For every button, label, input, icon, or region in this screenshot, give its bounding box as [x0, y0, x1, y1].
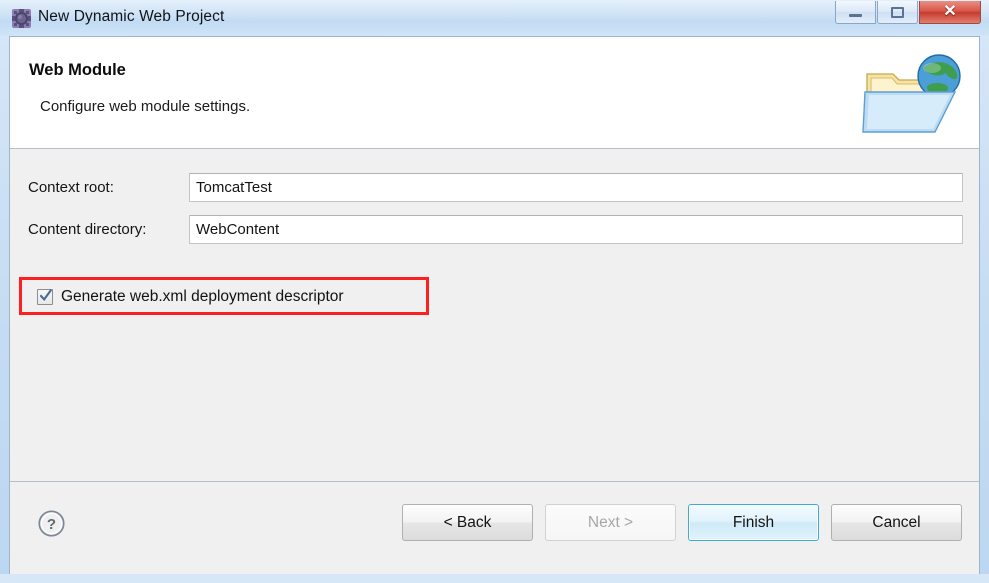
- eclipse-wizard-icon: [12, 9, 31, 28]
- wizard-header: Web Module Configure web module settings…: [10, 37, 979, 149]
- back-button[interactable]: < Back: [402, 504, 533, 541]
- content-directory-label: Content directory:: [28, 221, 147, 238]
- minimize-icon: [849, 14, 862, 17]
- generate-webxml-checkbox-row[interactable]: Generate web.xml deployment descriptor: [37, 286, 344, 308]
- field-row-content-directory: Content directory:: [10, 215, 979, 245]
- page-description: Configure web module settings.: [40, 98, 251, 115]
- web-folder-globe-icon: [861, 48, 971, 134]
- maximize-button[interactable]: [877, 1, 918, 24]
- context-root-label: Context root:: [28, 179, 114, 196]
- help-button[interactable]: ?: [37, 509, 66, 538]
- content-directory-input[interactable]: [189, 215, 963, 244]
- finish-button[interactable]: Finish: [688, 504, 819, 541]
- window-controls: ✕: [835, 1, 981, 25]
- minimize-button[interactable]: [835, 1, 876, 24]
- generate-webxml-checkbox[interactable]: [37, 289, 53, 305]
- window-title: New Dynamic Web Project: [38, 8, 225, 25]
- window-titlebar[interactable]: New Dynamic Web Project ✕: [0, 0, 989, 36]
- context-root-input[interactable]: [189, 173, 963, 202]
- generate-webxml-label: Generate web.xml deployment descriptor: [61, 288, 344, 305]
- checkmark-icon: [39, 289, 53, 303]
- screen: New Dynamic Web Project ✕ Web Module Con…: [0, 0, 989, 583]
- dialog-client-area: Web Module Configure web module settings…: [9, 36, 980, 574]
- close-button[interactable]: ✕: [919, 1, 981, 24]
- wizard-footer: ? < Back Next > Finish Cancel: [10, 482, 979, 574]
- close-icon: ✕: [943, 3, 957, 20]
- cancel-button[interactable]: Cancel: [831, 504, 962, 541]
- maximize-icon: [891, 6, 904, 18]
- next-button: Next >: [545, 504, 676, 541]
- dialog-button-bar: < Back Next > Finish Cancel: [402, 504, 962, 541]
- page-title: Web Module: [29, 61, 126, 79]
- field-row-context-root: Context root:: [10, 173, 979, 203]
- wizard-body: Context root: Content directory: Generat…: [10, 149, 979, 482]
- svg-text:?: ?: [47, 516, 56, 533]
